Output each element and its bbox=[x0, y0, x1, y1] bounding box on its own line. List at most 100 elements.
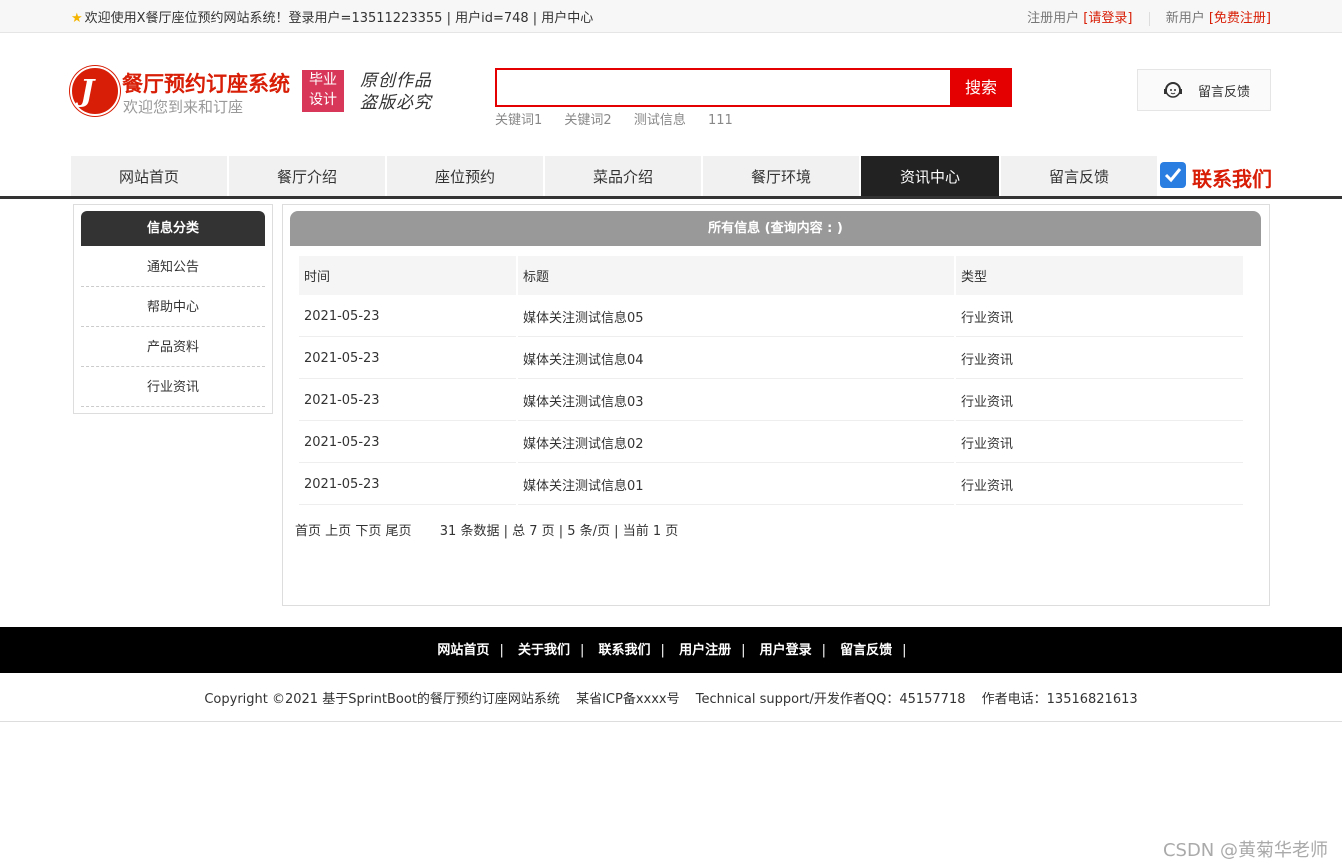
footer-divider bbox=[0, 721, 1342, 722]
account-links: 注册用户 [请登录] 新用户 [免费注册] bbox=[1027, 7, 1271, 26]
nav-item-restaurant[interactable]: 餐厅介绍 bbox=[229, 156, 387, 196]
icp-text: 某省ICP备xxxx号 bbox=[576, 692, 680, 707]
sidebar-title: 信息分类 bbox=[81, 211, 265, 246]
nav-item-dishes[interactable]: 菜品介绍 bbox=[545, 156, 703, 196]
sidebar-item-industry-news[interactable]: 行业资讯 bbox=[81, 367, 265, 407]
hot-keyword[interactable]: 111 bbox=[708, 113, 733, 128]
graduation-badge: 毕业 设计 bbox=[302, 70, 344, 112]
column-header-type: 类型 bbox=[956, 256, 1243, 295]
first-page-link[interactable]: 首页 bbox=[295, 524, 321, 539]
nav-item-feedback[interactable]: 留言反馈 bbox=[1001, 156, 1159, 196]
top-bar: ★ 欢迎使用X餐厅座位预约网站系统！登录用户=13511223355 | 用户id… bbox=[0, 0, 1342, 33]
phone-text: 作者电话：13516821613 bbox=[981, 692, 1138, 707]
footer-link-login[interactable]: 用户登录 bbox=[760, 643, 812, 658]
login-link[interactable]: [请登录] bbox=[1083, 11, 1132, 26]
search-input[interactable] bbox=[495, 68, 961, 107]
row-type: 行业资讯 bbox=[956, 338, 1243, 379]
welcome-message: 欢迎使用X餐厅座位预约网站系统！登录用户=13511223355 | 用户id=… bbox=[84, 11, 594, 26]
motto-line: 原创作品 bbox=[360, 71, 432, 91]
star-icon: ★ bbox=[71, 11, 83, 26]
footer-link-home[interactable]: 网站首页 bbox=[437, 643, 489, 658]
hot-keyword[interactable]: 测试信息 bbox=[634, 113, 686, 128]
pagination-summary: 31 条数据 | 总 7 页 | 5 条/页 | 当前 1 页 bbox=[439, 524, 679, 539]
row-type: 行业资讯 bbox=[956, 464, 1243, 505]
free-register-link[interactable]: [免费注册] bbox=[1209, 11, 1271, 26]
last-page-link[interactable]: 尾页 bbox=[385, 524, 411, 539]
separator: | bbox=[499, 643, 504, 658]
footer-link-register[interactable]: 用户注册 bbox=[679, 643, 731, 658]
separator: | bbox=[821, 643, 827, 658]
logo-icon: J bbox=[70, 66, 120, 116]
next-page-link[interactable]: 下页 bbox=[355, 524, 381, 539]
site-subtitle: 欢迎您到来和订座 bbox=[123, 98, 244, 116]
table-row: 2021-05-23 媒体关注测试信息03 行业资讯 bbox=[299, 380, 1243, 421]
badge-line: 设计 bbox=[309, 92, 337, 108]
search-box bbox=[495, 68, 1012, 107]
feedback-label: 留言反馈 bbox=[1198, 85, 1251, 100]
row-title-link[interactable]: 媒体关注测试信息05 bbox=[518, 296, 954, 337]
row-date: 2021-05-23 bbox=[299, 464, 516, 505]
welcome-text: ★ 欢迎使用X餐厅座位预约网站系统！登录用户=13511223355 | 用户id… bbox=[71, 7, 593, 26]
motto: 原创作品 盗版必究 bbox=[360, 70, 432, 114]
separator: | bbox=[579, 643, 585, 658]
hot-keyword[interactable]: 关键词1 bbox=[495, 113, 542, 128]
row-date: 2021-05-23 bbox=[299, 338, 516, 379]
row-title-link[interactable]: 媒体关注测试信息03 bbox=[518, 380, 954, 421]
footer-link-contact[interactable]: 联系我们 bbox=[599, 643, 651, 658]
contact-us-label: 联系我们 bbox=[1192, 167, 1272, 191]
site-logo[interactable]: J 餐厅预约订座系统 欢迎您到来和订座 毕业设计 原创作品 盗版必究 bbox=[70, 66, 450, 120]
column-header-title: 标题 bbox=[518, 256, 954, 295]
search-button[interactable]: 搜索 bbox=[950, 68, 1012, 107]
panel-title: 所有信息 (查询内容 : ) bbox=[290, 211, 1261, 246]
sidebar-item-products[interactable]: 产品资料 bbox=[81, 327, 265, 367]
row-title-link[interactable]: 媒体关注测试信息04 bbox=[518, 338, 954, 379]
nav-item-environment[interactable]: 餐厅环境 bbox=[703, 156, 861, 196]
table-header-row: 时间 标题 类型 bbox=[299, 256, 1243, 295]
footer-link-about[interactable]: 关于我们 bbox=[518, 643, 570, 658]
row-type: 行业资讯 bbox=[956, 296, 1243, 337]
table-row: 2021-05-23 媒体关注测试信息04 行业资讯 bbox=[299, 338, 1243, 379]
separator: | bbox=[741, 643, 746, 658]
row-date: 2021-05-23 bbox=[299, 380, 516, 421]
table-row: 2021-05-23 媒体关注测试信息01 行业资讯 bbox=[299, 464, 1243, 505]
separator: | bbox=[660, 643, 665, 658]
nav-item-seat-booking[interactable]: 座位预约 bbox=[387, 156, 545, 196]
row-type: 行业资讯 bbox=[956, 422, 1243, 463]
footer-link-feedback[interactable]: 留言反馈 bbox=[840, 643, 892, 658]
column-header-time: 时间 bbox=[299, 256, 516, 295]
register-user-label: 注册用户 bbox=[1027, 11, 1080, 26]
hot-keywords: 关键词1 关键词2 测试信息 111 bbox=[495, 109, 751, 128]
nav-divider bbox=[0, 196, 1342, 199]
badge-line: 毕业 bbox=[309, 72, 337, 88]
nav-item-news[interactable]: 资讯中心 bbox=[861, 156, 1001, 196]
copyright-text: Copyright ©2021 基于SprintBoot的餐厅预约订座网站系统 bbox=[204, 692, 560, 707]
row-date: 2021-05-23 bbox=[299, 296, 516, 337]
table-row: 2021-05-23 媒体关注测试信息02 行业资讯 bbox=[299, 422, 1243, 463]
news-table: 时间 标题 类型 2021-05-23 媒体关注测试信息05 行业资讯 2021… bbox=[297, 255, 1245, 506]
feedback-button[interactable]: 留言反馈 bbox=[1137, 69, 1271, 111]
table-row: 2021-05-23 媒体关注测试信息05 行业资讯 bbox=[299, 296, 1243, 337]
motto-line: 盗版必究 bbox=[360, 93, 432, 113]
support-text: Technical support/开发作者QQ：45157718 bbox=[695, 692, 966, 707]
prev-page-link[interactable]: 上页 bbox=[325, 524, 351, 539]
row-title-link[interactable]: 媒体关注测试信息02 bbox=[518, 422, 954, 463]
row-date: 2021-05-23 bbox=[299, 422, 516, 463]
new-user-label: 新用户 bbox=[1165, 11, 1205, 26]
customer-service-icon bbox=[1164, 82, 1182, 98]
sidebar-item-help[interactable]: 帮助中心 bbox=[81, 287, 265, 327]
logo-glyph: J bbox=[80, 74, 95, 109]
nav-item-home[interactable]: 网站首页 bbox=[71, 156, 229, 196]
footer-nav: 网站首页 | 关于我们 | 联系我们 | 用户注册 | 用户登录 | 留言反馈 | bbox=[0, 627, 1342, 673]
hot-keyword[interactable]: 关键词2 bbox=[564, 113, 611, 128]
copyright-info: Copyright ©2021 基于SprintBoot的餐厅预约订座网站系统 … bbox=[0, 688, 1342, 707]
news-panel: 所有信息 (查询内容 : ) 时间 标题 类型 2021-05-23 媒体关注测… bbox=[282, 204, 1270, 606]
checkmark-icon bbox=[1160, 162, 1186, 188]
category-sidebar: 信息分类 通知公告 帮助中心 产品资料 行业资讯 bbox=[73, 204, 273, 414]
pagination: 首页 上页 下页 尾页 31 条数据 | 总 7 页 | 5 条/页 | 当前 … bbox=[295, 520, 678, 539]
sidebar-item-notices[interactable]: 通知公告 bbox=[81, 247, 265, 287]
row-type: 行业资讯 bbox=[956, 380, 1243, 421]
separator: | bbox=[902, 643, 907, 658]
row-title-link[interactable]: 媒体关注测试信息01 bbox=[518, 464, 954, 505]
watermark: CSDN @黄菊华老师 bbox=[1162, 840, 1328, 861]
site-title: 餐厅预约订座系统 bbox=[122, 72, 290, 96]
